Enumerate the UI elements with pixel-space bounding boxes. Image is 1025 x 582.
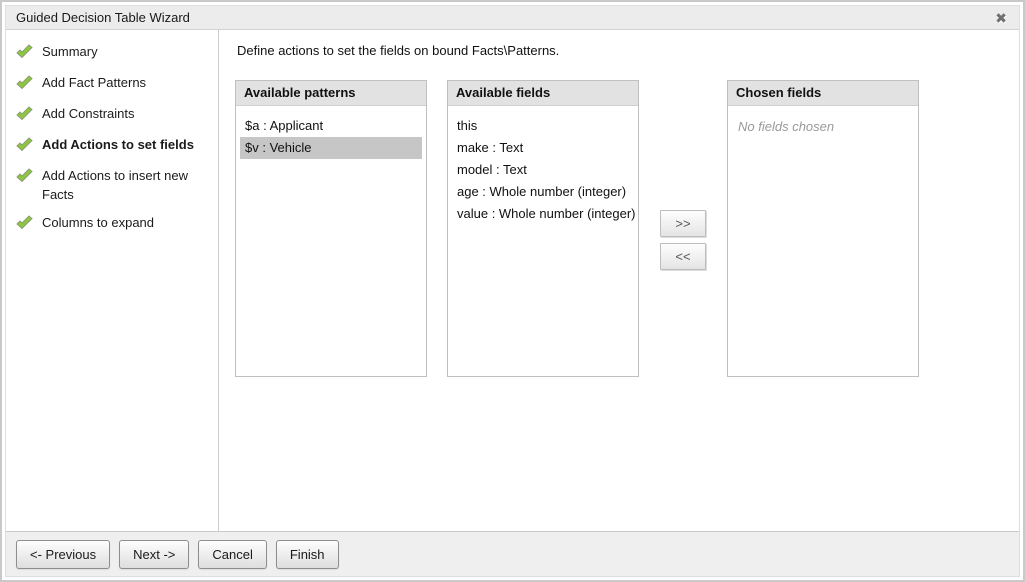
- wizard-dialog: Guided Decision Table Wizard ✖ Summary A…: [5, 5, 1020, 577]
- chosen-fields-panel: Chosen fields No fields chosen: [727, 80, 919, 377]
- available-fields-list: this make : Text model : Text age : Whol…: [448, 106, 638, 234]
- next-button[interactable]: Next ->: [119, 540, 189, 569]
- check-icon: [16, 213, 33, 235]
- transfer-panels: Available patterns $a : Applicant $v : V…: [235, 80, 1019, 377]
- field-item-age[interactable]: age : Whole number (integer): [452, 181, 634, 203]
- step-summary[interactable]: Summary: [16, 42, 210, 64]
- titlebar: Guided Decision Table Wizard ✖: [6, 6, 1019, 30]
- previous-button[interactable]: <- Previous: [16, 540, 110, 569]
- step-add-fact-patterns[interactable]: Add Fact Patterns: [16, 73, 210, 95]
- pattern-item-vehicle[interactable]: $v : Vehicle: [240, 137, 422, 159]
- available-patterns-header: Available patterns: [236, 81, 426, 106]
- step-label: Add Actions to insert new Facts: [42, 166, 210, 204]
- transfer-buttons: >> <<: [639, 80, 727, 270]
- step-add-constraints[interactable]: Add Constraints: [16, 104, 210, 126]
- step-content: Define actions to set the fields on boun…: [219, 30, 1019, 531]
- check-icon: [16, 166, 33, 188]
- available-fields-header: Available fields: [448, 81, 638, 106]
- check-icon: [16, 104, 33, 126]
- finish-button[interactable]: Finish: [276, 540, 339, 569]
- pattern-item-applicant[interactable]: $a : Applicant: [240, 115, 422, 137]
- field-item-value[interactable]: value : Whole number (integer): [452, 203, 634, 225]
- field-item-this[interactable]: this: [452, 115, 634, 137]
- available-fields-panel: Available fields this make : Text model …: [447, 80, 639, 377]
- field-item-make[interactable]: make : Text: [452, 137, 634, 159]
- available-patterns-panel: Available patterns $a : Applicant $v : V…: [235, 80, 427, 377]
- check-icon: [16, 42, 33, 64]
- add-fields-button[interactable]: >>: [660, 210, 706, 237]
- available-patterns-list: $a : Applicant $v : Vehicle: [236, 106, 426, 168]
- field-item-model[interactable]: model : Text: [452, 159, 634, 181]
- cancel-button[interactable]: Cancel: [198, 540, 266, 569]
- instruction-text: Define actions to set the fields on boun…: [237, 43, 1019, 58]
- step-add-actions-set-fields[interactable]: Add Actions to set fields: [16, 135, 210, 157]
- step-label: Add Fact Patterns: [42, 73, 146, 92]
- wizard-footer: <- Previous Next -> Cancel Finish: [6, 531, 1019, 576]
- check-icon: [16, 135, 33, 157]
- chosen-fields-list: No fields chosen: [728, 106, 918, 147]
- chosen-fields-header: Chosen fields: [728, 81, 918, 106]
- step-label: Summary: [42, 42, 98, 61]
- step-columns-to-expand[interactable]: Columns to expand: [16, 213, 210, 235]
- no-fields-chosen-text: No fields chosen: [732, 115, 914, 138]
- dialog-body: Summary Add Fact Patterns Add Constraint…: [6, 30, 1019, 531]
- step-label: Columns to expand: [42, 213, 154, 232]
- step-label: Add Constraints: [42, 104, 135, 123]
- step-add-actions-insert-facts[interactable]: Add Actions to insert new Facts: [16, 166, 210, 204]
- check-icon: [16, 73, 33, 95]
- close-icon[interactable]: ✖: [995, 11, 1007, 25]
- wizard-steps-sidebar: Summary Add Fact Patterns Add Constraint…: [6, 30, 219, 531]
- step-label: Add Actions to set fields: [42, 135, 194, 154]
- window-title: Guided Decision Table Wizard: [16, 10, 190, 25]
- remove-fields-button[interactable]: <<: [660, 243, 706, 270]
